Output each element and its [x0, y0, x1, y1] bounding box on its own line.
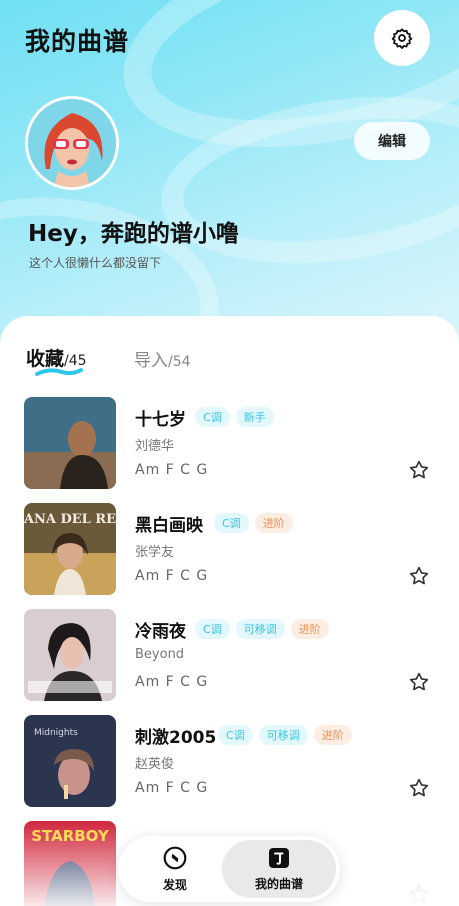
key-tag: C调 — [218, 725, 253, 745]
list-item[interactable]: Midnights 刺激2005 C调 可移调 进阶 赵英俊 Am F C G — [0, 715, 459, 811]
song-tags: C调 新手 — [195, 407, 274, 427]
cover-text: Midnights — [34, 728, 78, 738]
song-tags: C调 可移调 进阶 — [195, 619, 329, 639]
active-tab-indicator — [35, 368, 83, 376]
star-icon[interactable] — [408, 671, 430, 693]
greeting-text: Hey，奔跑的谱小噜 — [28, 221, 239, 247]
album-cover: Midnights — [24, 715, 116, 807]
settings-button[interactable] — [374, 10, 430, 66]
tab-imported-count: /54 — [168, 354, 191, 370]
score-book-icon — [269, 848, 289, 868]
song-artist: 张学友 — [135, 545, 175, 560]
tab-imported[interactable]: 导入/54 — [134, 346, 191, 371]
song-artist: 刘德华 — [135, 439, 175, 454]
album-cover — [24, 609, 116, 701]
album-cover: LANA DEL REY — [24, 503, 116, 595]
level-tag: 进阶 — [313, 725, 352, 745]
cover-text: STARBOY — [31, 827, 110, 845]
star-icon[interactable] — [408, 459, 430, 481]
level-tag: 进阶 — [254, 513, 293, 533]
bottom-nav: 发现 我的曲谱 — [118, 836, 340, 902]
nav-my-scores-label: 我的曲谱 — [254, 877, 303, 891]
bio-text: 这个人很懒什么都没留下 — [29, 256, 162, 270]
avatar[interactable] — [25, 96, 119, 190]
compass-icon — [163, 846, 187, 870]
list-item[interactable]: 冷雨夜 C调 可移调 进阶 Beyond Am F C G — [0, 609, 459, 705]
list-item[interactable]: LANA DEL REY 黑白画映 C调 进阶 张学友 Am F C G — [0, 503, 459, 599]
album-cover: STARBOY — [24, 821, 116, 906]
key-tag: C调 — [195, 407, 230, 427]
song-chords: Am F C G — [135, 568, 209, 584]
key-tag: C调 — [195, 619, 230, 639]
song-title: 刺激2005 — [135, 728, 217, 748]
song-title: 黑白画映 — [135, 516, 203, 536]
song-chords: Am F C G — [135, 780, 209, 796]
album-cover — [24, 397, 116, 489]
song-tags: C调 进阶 — [214, 513, 293, 533]
song-chords: Am F C G — [135, 462, 209, 478]
star-icon[interactable] — [408, 565, 430, 587]
star-icon[interactable] — [408, 777, 430, 799]
song-artist: 赵英俊 — [135, 757, 175, 772]
song-chords: Am F C G — [135, 674, 209, 690]
star-icon[interactable] — [408, 883, 430, 905]
level-tag: 进阶 — [290, 619, 329, 639]
transpose-tag: 可移调 — [258, 725, 308, 745]
song-artist: Beyond — [135, 647, 185, 662]
nav-discover-label: 发现 — [162, 878, 187, 892]
cover-text: LANA DEL REY — [24, 512, 116, 527]
song-title: 冷雨夜 — [135, 622, 186, 642]
page-title: 我的曲谱 — [25, 27, 130, 56]
nav-discover[interactable]: 发现 — [130, 842, 220, 896]
transpose-tag: 可移调 — [235, 619, 285, 639]
edit-profile-button[interactable]: 编辑 — [354, 122, 430, 160]
gear-icon — [391, 28, 413, 49]
nav-my-scores[interactable]: 我的曲谱 — [222, 840, 336, 898]
tab-imported-label: 导入 — [134, 351, 168, 371]
list-item[interactable]: 十七岁 C调 新手 刘德华 Am F C G — [0, 397, 459, 493]
key-tag: C调 — [214, 513, 249, 533]
song-title: 十七岁 — [135, 410, 186, 430]
level-tag: 新手 — [235, 407, 274, 427]
song-tags: C调 可移调 进阶 — [218, 725, 352, 745]
